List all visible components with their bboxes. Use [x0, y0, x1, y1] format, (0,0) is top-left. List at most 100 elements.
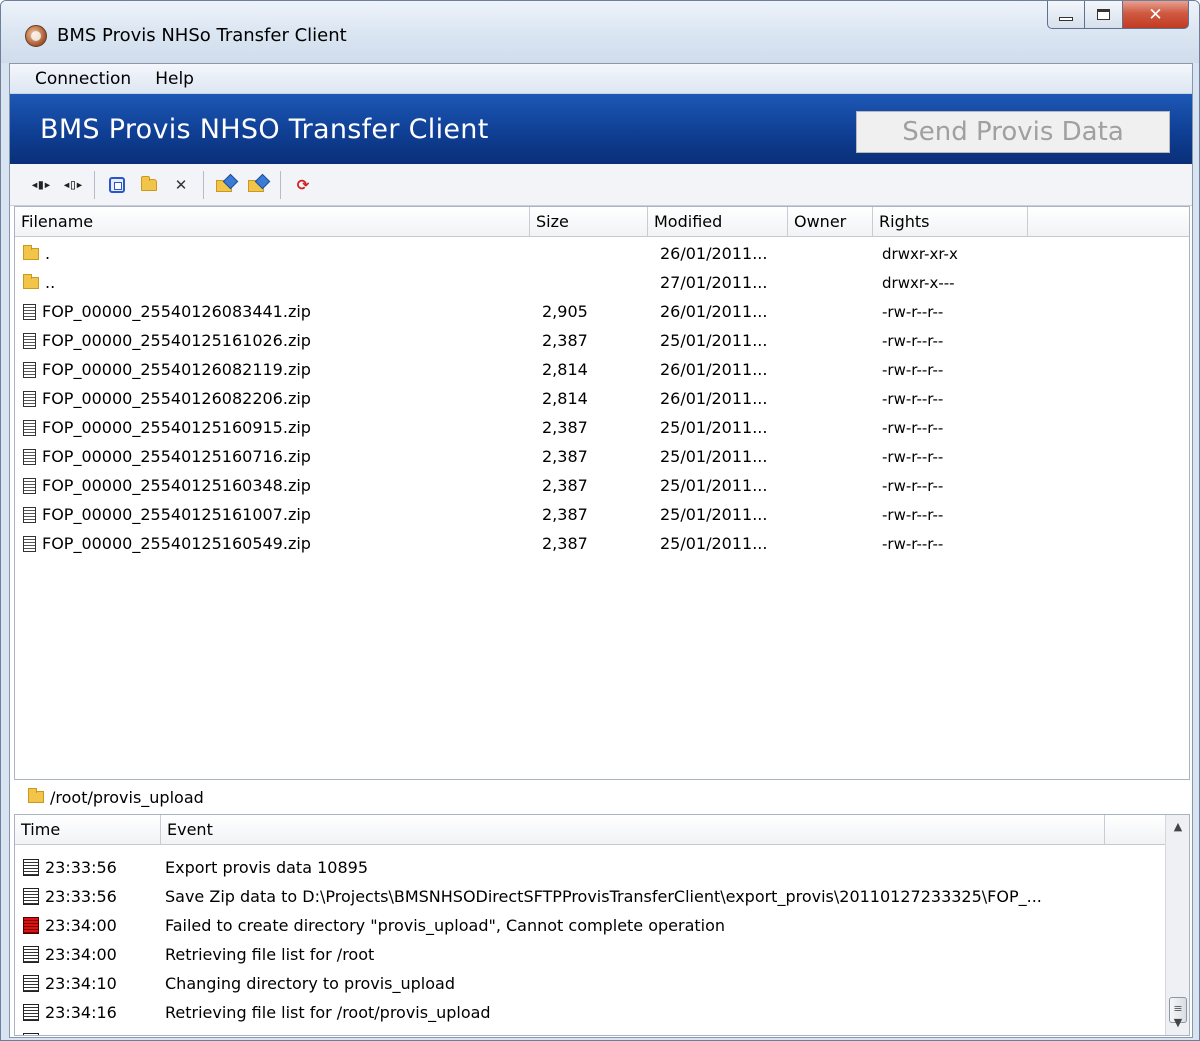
file-name: .	[45, 244, 51, 263]
file-rights: drwxr-x---	[882, 273, 955, 292]
column-event[interactable]: Event	[161, 815, 1105, 845]
file-name-cell: .	[15, 244, 530, 263]
new-folder-icon	[141, 175, 157, 191]
table-row[interactable]: . 26/01/2011... drwxr-xr-x	[15, 239, 1028, 268]
file-rights: -rw-r--r--	[882, 331, 944, 350]
close-button[interactable]: ✕	[1123, 1, 1189, 29]
upload-button[interactable]	[212, 171, 240, 199]
file-size: 2,814	[542, 389, 588, 408]
log-row[interactable]: 23:33:56 Export provis data 10895	[15, 853, 1161, 882]
file-size: 2,387	[542, 418, 588, 437]
table-row[interactable]: FOP_00000_25540125160549.zip 2,387 25/01/2…	[15, 529, 1028, 558]
log-time: 23:33:56	[45, 858, 117, 877]
toolbar-separator	[94, 170, 95, 199]
current-path: /root/provis_upload	[14, 782, 1190, 812]
log-row[interactable]: 23:33:56 Save Zip data to D:\Projects\BMS…	[15, 882, 1161, 911]
file-size: 2,387	[542, 476, 588, 495]
column-size[interactable]: Size	[530, 207, 648, 237]
file-modified: 26/01/2011...	[660, 360, 768, 379]
table-row[interactable]: FOP_00000_25540125161026.zip 2,387 25/01/2…	[15, 326, 1028, 355]
file-icon	[23, 419, 36, 436]
event-log[interactable]: Time Event 23:33:56 Export provis data 10…	[14, 814, 1190, 1036]
disconnect-button[interactable]: ◂▯▸	[58, 171, 86, 199]
maximize-button[interactable]	[1085, 1, 1123, 29]
column-rights[interactable]: Rights	[873, 207, 1028, 237]
log-row[interactable]: 23:34:16 Retrieving file list for /root/p…	[15, 998, 1161, 1027]
table-row[interactable]: FOP_00000_25540125160915.zip 2,387 25/01/2…	[15, 413, 1028, 442]
info-log-icon	[23, 975, 39, 992]
file-list[interactable]: Filename Size Modified Owner Rights . 26/…	[14, 206, 1190, 780]
table-row[interactable]: FOP_00000_25540125161007.zip 2,387 25/01/2…	[15, 500, 1028, 529]
file-modified: 25/01/2011...	[660, 505, 768, 524]
file-name: FOP_00000_25540126082119.zip	[42, 360, 311, 379]
file-name-cell: FOP_00000_25540125160716.zip	[15, 447, 530, 466]
log-row[interactable]: 23:34:00 Failed to create directory "prov…	[15, 911, 1161, 940]
table-row[interactable]: FOP_00000_25540126082119.zip 2,814 26/01/2…	[15, 355, 1028, 384]
file-size: 2,905	[542, 302, 588, 321]
download-button[interactable]	[244, 171, 272, 199]
log-row[interactable]: 23:34:10 Changing directory to provis_upl…	[15, 969, 1161, 998]
connect-button[interactable]: ◂▮▸	[26, 171, 54, 199]
file-modified: 25/01/2011...	[660, 534, 768, 553]
table-row[interactable]: FOP_00000_25540125160716.zip 2,387 25/01/2…	[15, 442, 1028, 471]
file-icon	[23, 303, 36, 320]
error-log-icon	[23, 917, 39, 934]
window-controls: ✕	[1047, 1, 1189, 29]
table-row[interactable]: .. 27/01/2011... drwxr-x---	[15, 268, 1028, 297]
file-modified: 27/01/2011...	[660, 273, 768, 292]
scroll-up-icon[interactable]: ▲	[1166, 815, 1189, 839]
column-modified[interactable]: Modified	[648, 207, 788, 237]
column-time[interactable]: Time	[15, 815, 161, 845]
scroll-down-icon[interactable]: ▼	[1166, 1011, 1189, 1035]
file-name-cell: FOP_00000_25540125160915.zip	[15, 418, 530, 437]
delete-icon: ✕	[174, 175, 188, 194]
file-name: FOP_00000_25540125161026.zip	[42, 331, 311, 350]
maximize-icon	[1097, 9, 1110, 20]
file-name-cell: FOP_00000_25540125161007.zip	[15, 505, 530, 524]
file-modified: 25/01/2011...	[660, 476, 768, 495]
file-name: FOP_00000_25540126083441.zip	[42, 302, 311, 321]
file-modified: 26/01/2011...	[660, 389, 768, 408]
file-rights: -rw-r--r--	[882, 476, 944, 495]
log-row[interactable]: 23:34:00 Retrieving file list for /root	[15, 940, 1161, 969]
menu-help[interactable]: Help	[143, 64, 206, 94]
log-time: 23:34:00	[45, 916, 117, 935]
log-event: Save Zip data to D:\Projects\BMSNHSODire…	[165, 887, 1042, 906]
folder-icon	[28, 788, 44, 803]
app-window: BMS Provis NHSo Transfer Client ✕ Connec…	[0, 0, 1200, 1041]
minimize-button[interactable]	[1047, 1, 1085, 29]
log-time: 23:34:00	[45, 945, 117, 964]
file-icon	[23, 361, 36, 378]
close-icon: ✕	[1148, 4, 1163, 25]
send-provis-data-button[interactable]: Send Provis Data	[856, 111, 1170, 153]
log-time-cell: 23:34:00	[15, 916, 161, 935]
new-folder-button[interactable]	[135, 171, 163, 199]
info-log-icon	[23, 859, 39, 876]
log-scrollbar[interactable]: ▲ ≡ ▼	[1165, 815, 1189, 1035]
table-row[interactable]: FOP_00000_25540126082206.zip 2,814 26/01/2…	[15, 384, 1028, 413]
folder-icon	[23, 244, 39, 260]
sync-icon: ⟳	[296, 175, 310, 194]
refresh-icon	[109, 176, 125, 193]
window-title: BMS Provis NHSo Transfer Client	[57, 25, 347, 46]
log-time-cell: 23:34:00	[15, 945, 161, 964]
log-event: Retrieving file list for /root	[165, 945, 375, 964]
file-name-cell: FOP_00000_25540126083441.zip	[15, 302, 530, 321]
file-rights: drwxr-xr-x	[882, 244, 958, 263]
menu-connection[interactable]: Connection	[10, 64, 143, 94]
log-time: 23:33:56	[45, 887, 117, 906]
log-time: 23:34:26	[45, 1032, 117, 1035]
column-owner[interactable]: Owner	[788, 207, 873, 237]
file-icon	[23, 506, 36, 523]
table-row[interactable]: FOP_00000_25540126083441.zip 2,905 26/01/2…	[15, 297, 1028, 326]
log-row[interactable]: 23:34:26 Uploading file D:\Projects\BMSNH…	[15, 1027, 1161, 1035]
file-size: 2,387	[542, 505, 588, 524]
title-bar[interactable]: BMS Provis NHSo Transfer Client ✕	[1, 1, 1199, 63]
column-filename[interactable]: Filename	[15, 207, 530, 237]
upload-icon	[216, 176, 236, 194]
file-name-cell: FOP_00000_25540125160549.zip	[15, 534, 530, 553]
sync-button[interactable]: ⟳	[289, 171, 317, 199]
table-row[interactable]: FOP_00000_25540125160348.zip 2,387 25/01/2…	[15, 471, 1028, 500]
refresh-button[interactable]	[103, 171, 131, 199]
delete-button[interactable]: ✕	[167, 171, 195, 199]
